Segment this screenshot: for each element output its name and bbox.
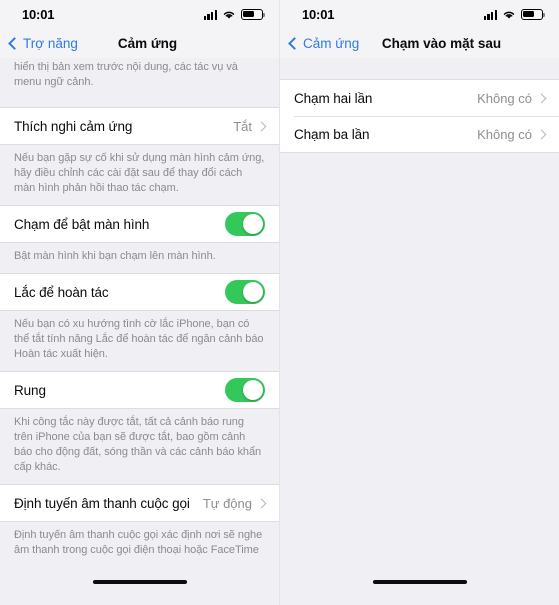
row-dinh-tuyen-am-thanh-cuoc-goi[interactable]: Định tuyến âm thanh cuộc gọi Tự động [0, 485, 279, 521]
home-indicator-area [280, 559, 559, 605]
battery-icon [521, 8, 546, 20]
toggle-rung[interactable] [225, 378, 265, 402]
chevron-right-icon [256, 498, 267, 508]
row-footnote: Nếu bạn gặp sự cố khi sử dụng màn hình c… [14, 152, 265, 194]
settings-group: Lắc để hoàn tác [0, 273, 279, 311]
wifi-icon [223, 11, 235, 19]
row-accessory: Tắt [233, 118, 267, 134]
row-label: Chạm hai lần [294, 90, 373, 106]
battery-icon [241, 8, 266, 20]
clipped-footnote: hiển thị bản xem trước nội dung, các tác… [14, 61, 238, 88]
row-accessory: Không có [477, 126, 547, 142]
status-icons [203, 8, 266, 20]
home-indicator[interactable] [92, 579, 187, 585]
row-rung[interactable]: Rung [0, 372, 279, 408]
row-label: Định tuyến âm thanh cuộc gọi [14, 495, 190, 511]
back-button-label: Cảm ứng [303, 35, 360, 51]
dual-screenshot-container: 10:01 Trợ năng Cảm ứng hiển thị bản xem … [0, 0, 559, 605]
row-value: Không có [477, 90, 532, 106]
row-footnote: Định tuyến âm thanh cuộc gọi xác định nơ… [14, 529, 263, 556]
row-label: Chạm ba lần [294, 126, 370, 142]
chevron-left-icon [8, 36, 21, 50]
row-footnote: Bật màn hình khi bạn chạm lên màn hình. [14, 250, 216, 262]
row-footnote: Nếu bạn có xu hướng tình cờ lắc iPhone, … [14, 318, 264, 360]
row-accessory: Tự động [202, 495, 267, 511]
status-time: 10:01 [22, 6, 55, 22]
status-bar: 10:01 [0, 0, 279, 28]
navigation-bar: Cảm ứng Chạm vào mặt sau [280, 28, 559, 58]
row-footnote: Khi công tắc này được tắt, tất cả cảnh b… [14, 416, 262, 473]
back-button-label: Trợ năng [23, 35, 78, 51]
settings-group: Định tuyến âm thanh cuộc gọi Tự động [0, 484, 279, 522]
chevron-right-icon [256, 121, 267, 131]
settings-group: Thích nghi cảm ứng Tắt [0, 107, 279, 145]
navigation-bar: Trợ năng Cảm ứng [0, 28, 279, 58]
back-button[interactable]: Cảm ứng [288, 35, 360, 51]
row-lac-de-hoan-tac[interactable]: Lắc để hoàn tác [0, 274, 279, 310]
settings-group: Chạm hai lần Không có Chạm ba lần Không … [280, 79, 559, 153]
settings-list[interactable]: Chạm hai lần Không có Chạm ba lần Không … [280, 58, 559, 559]
settings-list[interactable]: hiển thị bản xem trước nội dung, các tác… [0, 58, 279, 559]
wifi-icon [503, 11, 515, 19]
row-cham-ba-lan[interactable]: Chạm ba lần Không có [280, 116, 559, 152]
settings-group: Chạm để bật màn hình [0, 205, 279, 243]
row-thich-nghi-cam-ung[interactable]: Thích nghi cảm ứng Tắt [0, 108, 279, 144]
phone-screen-right: 10:01 Cảm ứng Chạm vào mặt sau Chạm hai … [279, 0, 559, 605]
home-indicator-area [0, 559, 279, 605]
row-accessory: Không có [477, 90, 547, 106]
status-time: 10:01 [302, 6, 335, 22]
cellular-signal-icon [203, 9, 217, 20]
row-label: Lắc để hoàn tác [14, 284, 109, 300]
row-value: Không có [477, 126, 532, 142]
status-icons [483, 8, 546, 20]
row-label: Chạm để bật màn hình [14, 216, 150, 232]
home-indicator[interactable] [372, 579, 467, 585]
row-label: Rung [14, 382, 46, 398]
cellular-signal-icon [483, 9, 497, 20]
chevron-left-icon [288, 36, 301, 50]
row-value: Tự động [202, 495, 252, 511]
row-cham-de-bat-man-hinh[interactable]: Chạm để bật màn hình [0, 206, 279, 242]
toggle-lac-de-hoan-tac[interactable] [225, 280, 265, 304]
chevron-right-icon [536, 93, 547, 103]
back-button[interactable]: Trợ năng [8, 35, 78, 51]
row-cham-hai-lan[interactable]: Chạm hai lần Không có [280, 80, 559, 116]
toggle-cham-de-bat-man-hinh[interactable] [225, 212, 265, 236]
row-value: Tắt [233, 118, 252, 134]
row-label: Thích nghi cảm ứng [14, 118, 133, 134]
status-bar: 10:01 [280, 0, 559, 28]
settings-group: Rung [0, 371, 279, 409]
chevron-right-icon [536, 129, 547, 139]
phone-screen-left: 10:01 Trợ năng Cảm ứng hiển thị bản xem … [0, 0, 279, 605]
